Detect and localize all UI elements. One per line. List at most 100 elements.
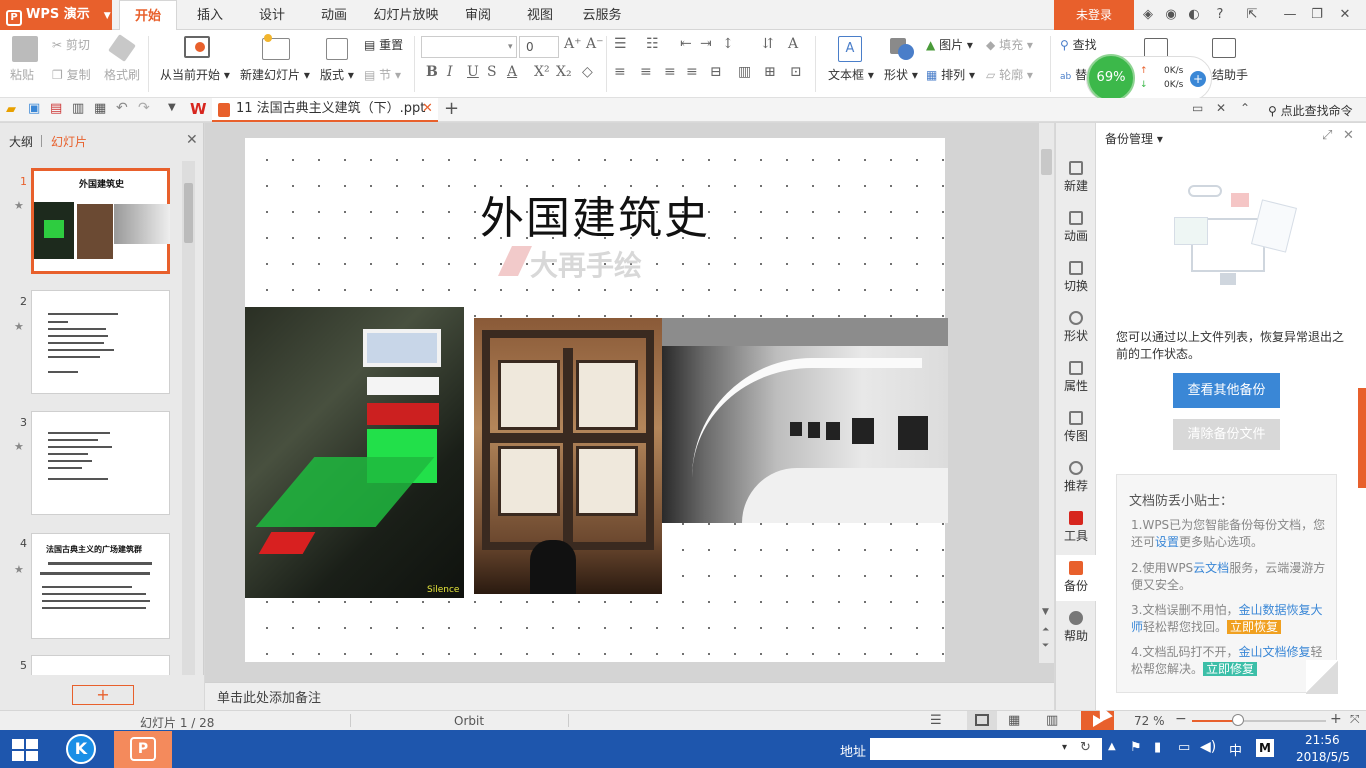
photo-skylight-grid[interactable] <box>474 318 662 594</box>
clock-time[interactable]: 21:56 <box>1305 733 1340 747</box>
tab-view[interactable]: 视图 <box>514 0 566 30</box>
reset-button[interactable]: ▤ 重置 <box>364 36 403 53</box>
textbox-button[interactable]: 文本框 ▾ <box>828 66 874 83</box>
find-button[interactable]: ⚲ 查找 <box>1060 36 1097 53</box>
font-size-input[interactable]: 0 <box>519 36 559 58</box>
zoom-out-icon[interactable]: − <box>1175 711 1187 727</box>
sidebar-shape[interactable]: 形状 <box>1056 311 1096 344</box>
justify-icon[interactable]: ≡ <box>686 64 698 80</box>
decrease-indent-icon[interactable]: ⇤ <box>680 36 692 52</box>
restore-window-icon[interactable]: ⇱ <box>1244 7 1260 23</box>
more-format-icon[interactable]: ⊡ <box>790 64 802 80</box>
slide-thumb-3[interactable] <box>31 411 170 515</box>
close-panel-icon[interactable]: ✕ <box>1343 128 1354 143</box>
from-current-button[interactable]: 从当前开始 ▾ <box>160 66 230 83</box>
minimize-icon[interactable]: — <box>1282 7 1298 23</box>
redo-icon[interactable]: ↷ <box>138 100 150 116</box>
wps-presentation-taskbar-button[interactable]: P <box>114 731 172 768</box>
sidebar-backup[interactable]: 备份 <box>1056 561 1096 594</box>
arrange-button[interactable]: ▦ 排列 ▾ <box>926 66 975 83</box>
shape-button[interactable]: 形状 ▾ <box>884 66 918 83</box>
align-center-icon[interactable]: ≡ <box>640 64 652 80</box>
vertical-align-icon[interactable]: ⊞ <box>764 64 776 80</box>
slide-thumb-4[interactable]: 法国古典主义的广场建筑群 <box>31 533 170 639</box>
increase-indent-icon[interactable]: ⇥ <box>700 36 712 52</box>
tip4-repair-link[interactable]: 金山文档修复 <box>1238 645 1310 659</box>
subscript-icon[interactable]: X₂ <box>556 64 572 80</box>
document-tab[interactable]: 11 法国古典主义建筑（下）.ppt ✕ <box>212 98 438 122</box>
strikethrough-icon[interactable]: S <box>487 64 497 80</box>
italic-icon[interactable]: I <box>447 64 453 80</box>
network-icon[interactable]: ▭ <box>1178 740 1190 755</box>
bullet-list-icon[interactable]: ☰ <box>614 36 627 52</box>
close-panel-icon[interactable]: ✕ <box>186 132 198 148</box>
slide-thumb-1[interactable]: 外国建筑史 <box>31 168 170 274</box>
slide-title[interactable]: 外国建筑史 <box>480 182 710 246</box>
comment-icon[interactable]: ▭ <box>1192 101 1203 115</box>
tab-slides[interactable]: 幻灯片 <box>51 133 87 150</box>
font-name-input[interactable] <box>421 36 517 58</box>
windows-start-icon[interactable] <box>12 739 38 761</box>
line-spacing-icon[interactable]: ↕ <box>722 36 734 52</box>
align-left-icon[interactable]: ≡ <box>614 64 626 80</box>
distribute-icon[interactable]: ⊟ <box>710 64 722 80</box>
print-preview-icon[interactable]: ▦ <box>94 101 106 116</box>
new-tab-plus-icon[interactable]: + <box>444 98 459 119</box>
tab-home[interactable]: 开始 <box>119 0 177 31</box>
zoom-in-icon[interactable]: + <box>1330 711 1342 727</box>
copy-button[interactable]: ❐ 复制 <box>52 66 91 83</box>
login-button[interactable]: 未登录 <box>1054 0 1134 30</box>
text-fill-icon[interactable]: A <box>788 36 798 52</box>
tip1-settings-link[interactable]: 设置 <box>1155 535 1179 549</box>
assistant-button[interactable]: 结助手 <box>1212 66 1248 83</box>
tab-insert[interactable]: 插入 <box>184 0 236 30</box>
sidebar-help[interactable]: 帮助 <box>1056 611 1096 644</box>
share-icon[interactable]: ◉ <box>1163 7 1179 23</box>
zoom-slider-handle[interactable] <box>1232 714 1244 726</box>
boost-plus-icon[interactable]: + <box>1190 71 1206 87</box>
ribbon-toggle-icon[interactable]: ⌃ <box>1240 101 1250 115</box>
address-dropdown-icon[interactable]: ▾ <box>1062 742 1067 753</box>
sidebar-recommend[interactable]: 推荐 <box>1056 461 1096 494</box>
export-pdf-icon[interactable]: ▤ <box>50 101 62 116</box>
tab-review[interactable]: 审阅 <box>452 0 504 30</box>
fit-window-icon[interactable]: ⤧ <box>1350 712 1360 727</box>
clock-date[interactable]: 2018/5/5 <box>1296 750 1350 764</box>
shrink-font-icon[interactable]: A⁻ <box>586 36 604 52</box>
normal-view-button[interactable] <box>967 711 997 730</box>
text-direction-icon[interactable]: ⇵ <box>762 36 774 52</box>
thumbs-scroll-thumb[interactable] <box>184 183 193 243</box>
address-refresh-icon[interactable]: ↻ <box>1080 740 1091 755</box>
network-speed-widget[interactable]: 69% ↑ ↓ 0K/s 0K/s + <box>1086 54 1212 102</box>
add-slide-button[interactable]: + <box>72 685 134 705</box>
tab-cloud[interactable]: 云服务 <box>576 0 628 30</box>
sidebar-animation[interactable]: 动画 <box>1056 211 1096 244</box>
save-icon[interactable]: ▣ <box>28 101 40 116</box>
photo-gallery-corridor[interactable] <box>662 318 948 523</box>
kuaizip-app-icon[interactable]: K <box>66 734 96 764</box>
slide-scroll-thumb[interactable] <box>1041 149 1052 175</box>
next-slide-icon[interactable]: ⏷ <box>1042 641 1049 651</box>
underline-icon[interactable]: U <box>467 64 479 80</box>
wps-app-menu-button[interactable]: P WPS 演示 ▼ <box>0 0 112 30</box>
sidebar-new[interactable]: 新建 <box>1056 161 1096 194</box>
tab-animation[interactable]: 动画 <box>308 0 360 30</box>
clear-backup-button[interactable]: 清除备份文件 <box>1173 419 1280 450</box>
clear-format-icon[interactable]: ◇ <box>582 64 593 80</box>
picture-button[interactable]: ▲ 图片 ▾ <box>926 36 973 53</box>
command-search[interactable]: ⚲ 点此查找命令 <box>1268 102 1353 119</box>
maximize-icon[interactable]: ❐ <box>1309 7 1325 23</box>
reading-view-icon[interactable]: ▥ <box>1046 713 1058 728</box>
grow-font-icon[interactable]: A⁺ <box>564 36 582 52</box>
section-button[interactable]: ▤ 节 ▾ <box>364 66 401 83</box>
close-tab-icon[interactable]: ✕ <box>422 98 433 120</box>
volume-icon[interactable]: ◀) <box>1200 739 1216 755</box>
action-center-icon[interactable]: ⚑ <box>1130 740 1142 755</box>
slide-scrollbar[interactable]: ▼ ⏶ ⏷ <box>1039 123 1054 663</box>
tools-icon[interactable]: ✕ <box>1216 101 1226 115</box>
layout-button[interactable]: 版式 ▾ <box>320 66 354 83</box>
fill-button[interactable]: ◆ 填充 ▾ <box>986 36 1033 53</box>
scroll-down-icon[interactable]: ▼ <box>1042 607 1049 617</box>
bold-icon[interactable]: B <box>426 64 438 80</box>
tray-expand-icon[interactable]: ▲ <box>1108 741 1116 752</box>
